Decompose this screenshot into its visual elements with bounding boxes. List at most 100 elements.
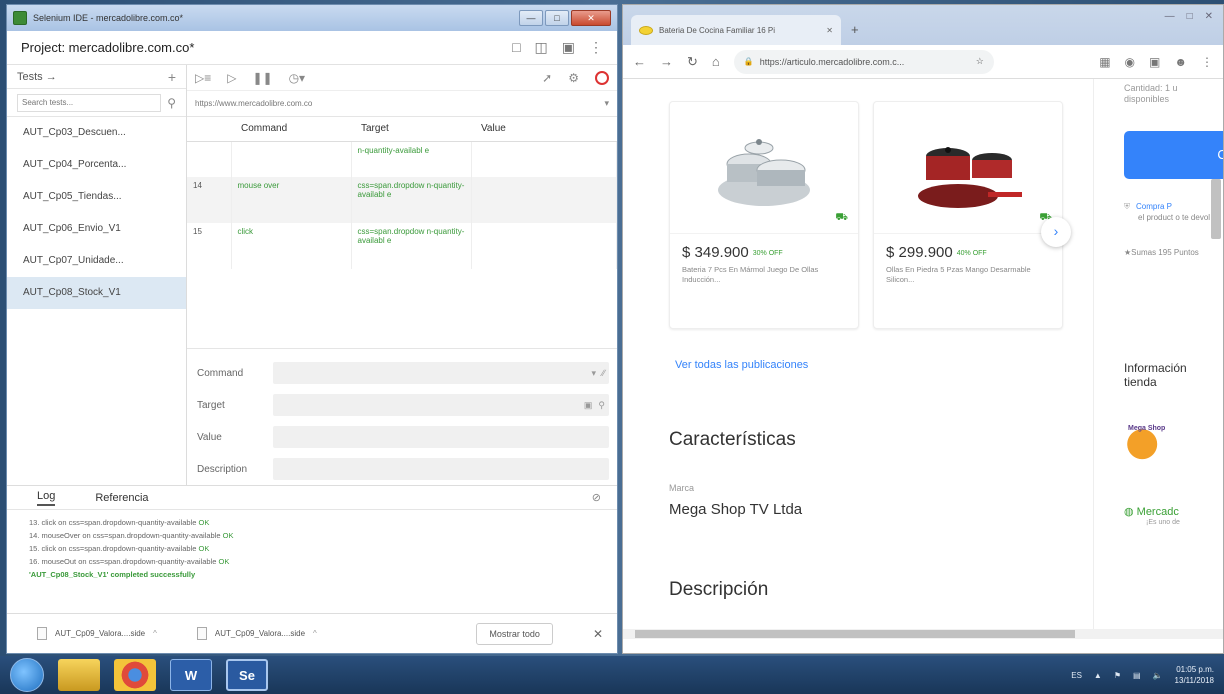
find-target-icon[interactable]: ⚲ bbox=[598, 400, 605, 411]
selenium-ide-window: Selenium IDE - mercadolibre.com.co* — □ … bbox=[6, 4, 618, 654]
chevron-up-icon[interactable]: ^ bbox=[153, 629, 157, 638]
download-item[interactable]: AUT_Cp09_Valora....side ^ bbox=[37, 627, 157, 640]
test-item[interactable]: AUT_Cp05_Tiendas... bbox=[7, 181, 186, 213]
extension-icon[interactable]: ▣ bbox=[1149, 55, 1160, 69]
maximize-button[interactable]: □ bbox=[545, 10, 569, 26]
product-card[interactable]: ⛟ $ 299.900 40% OFF Ollas En Piedra 5 Pza… bbox=[873, 101, 1063, 329]
search-icon: ⚲ bbox=[167, 95, 176, 110]
record-icon[interactable] bbox=[595, 70, 609, 85]
mercadolibre-favicon bbox=[639, 25, 653, 35]
disable-breakpoints-icon[interactable]: ➚ bbox=[542, 71, 552, 85]
description-heading: Descripción bbox=[669, 579, 769, 600]
volume-icon[interactable]: 🔈 bbox=[1153, 671, 1163, 680]
ide-titlebar[interactable]: Selenium IDE - mercadolibre.com.co* — □ … bbox=[7, 5, 617, 31]
system-tray: ES ▲ ⚑ ▤ 🔈 01:05 p.m. 13/11/2018 bbox=[1071, 664, 1214, 686]
word-icon[interactable]: W bbox=[170, 659, 212, 691]
test-editor-panel: ▷≡ ▷ ❚❚ ◷▾ ➚ ⚙ https://www.mercadolibre.… bbox=[187, 65, 617, 485]
home-icon[interactable]: ⌂ bbox=[712, 54, 720, 69]
tab-strip: Bateria De Cocina Familiar 16 Pi ✕ + — □… bbox=[623, 5, 1223, 45]
minimize-button[interactable]: — bbox=[1165, 11, 1175, 22]
command-field[interactable]: ▾ ∕∕ bbox=[273, 362, 609, 384]
description-field[interactable] bbox=[273, 458, 609, 480]
menu-icon[interactable]: ⋮ bbox=[1201, 55, 1213, 69]
test-item[interactable]: AUT_Cp07_Unidade... bbox=[7, 245, 186, 277]
search-tests-input[interactable] bbox=[17, 93, 162, 112]
comment-icon[interactable]: ∕∕ bbox=[602, 368, 605, 378]
close-icon[interactable]: ✕ bbox=[593, 627, 603, 641]
horizontal-scrollbar[interactable] bbox=[623, 629, 1223, 639]
cookware-image bbox=[718, 138, 810, 206]
log-line: 16. mouseOut on css=span.dropdown-quanti… bbox=[29, 557, 230, 566]
command-label: Command bbox=[197, 367, 244, 379]
vertical-scrollbar[interactable] bbox=[1211, 179, 1221, 239]
carousel-next-button[interactable]: › bbox=[1041, 217, 1071, 247]
close-button[interactable]: ✕ bbox=[1205, 11, 1213, 22]
file-icon bbox=[37, 627, 47, 640]
minimize-button[interactable]: — bbox=[519, 10, 543, 26]
maximize-button[interactable]: □ bbox=[1187, 11, 1193, 22]
test-item[interactable]: AUT_Cp06_Envio_V1 bbox=[7, 213, 186, 245]
test-item[interactable]: AUT_Cp03_Descuen... bbox=[7, 117, 186, 149]
log-line: 13. click on css=span.dropdown-quantity-… bbox=[29, 518, 210, 527]
product-image: ⛟ bbox=[874, 102, 1062, 234]
lock-icon: 🔒 bbox=[743, 57, 754, 66]
row-target: css=span.dropdow n-quantity-availabl e bbox=[351, 177, 472, 223]
tray-arrow-icon[interactable]: ▲ bbox=[1094, 671, 1102, 680]
table-row[interactable]: n-quantity-availabl e bbox=[187, 141, 617, 177]
product-card[interactable]: ⛟ $ 349.900 30% OFF Bateria 7 Pcs En Márm… bbox=[669, 101, 859, 329]
chrome-icon[interactable] bbox=[114, 659, 156, 691]
test-item-selected[interactable]: AUT_Cp08_Stock_V1 bbox=[7, 277, 186, 309]
network-icon[interactable]: ▤ bbox=[1133, 671, 1141, 680]
test-item[interactable]: AUT_Cp04_Porcenta... bbox=[7, 149, 186, 181]
save-project-icon[interactable]: ▣ bbox=[562, 39, 575, 56]
target-field[interactable]: ▣ ⚲ bbox=[273, 394, 609, 416]
chevron-down-icon[interactable]: ▾ bbox=[591, 368, 596, 379]
add-test-icon[interactable]: + bbox=[168, 69, 176, 85]
value-label: Value bbox=[197, 431, 222, 443]
star-icon[interactable]: ☆ bbox=[976, 56, 984, 67]
clock[interactable]: 01:05 p.m. 13/11/2018 bbox=[1175, 664, 1214, 686]
address-bar[interactable]: 🔒 https://articulo.mercadolibre.com.c...… bbox=[733, 49, 994, 74]
run-icon[interactable]: ▷ bbox=[227, 71, 236, 85]
extension-icon[interactable]: ◉ bbox=[1125, 55, 1135, 69]
selenium-taskbar-icon[interactable]: Se bbox=[226, 659, 268, 691]
speed-icon[interactable]: ◷▾ bbox=[289, 71, 306, 85]
reload-icon[interactable]: ↻ bbox=[687, 54, 698, 70]
run-all-icon[interactable]: ▷≡ bbox=[195, 71, 211, 85]
browser-tab[interactable]: Bateria De Cocina Familiar 16 Pi ✕ bbox=[631, 15, 841, 45]
flag-icon[interactable]: ⚑ bbox=[1114, 671, 1121, 680]
chevron-up-icon[interactable]: ^ bbox=[313, 629, 317, 638]
quantity-info[interactable]: Cantidad: 1 u disponibles bbox=[1124, 83, 1178, 105]
clear-log-icon[interactable]: ⊘ bbox=[592, 491, 601, 504]
close-tab-icon[interactable]: ✕ bbox=[826, 26, 833, 35]
value-field[interactable] bbox=[273, 426, 609, 448]
extension-icon[interactable]: ▦ bbox=[1099, 55, 1110, 69]
see-all-link[interactable]: Ver todas las publicaciones bbox=[675, 359, 808, 371]
table-row[interactable]: 14 mouse over css=span.dropdow n-quantit… bbox=[187, 177, 617, 223]
download-item[interactable]: AUT_Cp09_Valora....side ^ bbox=[196, 627, 317, 640]
new-tab-icon[interactable]: + bbox=[851, 22, 859, 37]
select-target-icon[interactable]: ▣ bbox=[584, 400, 593, 411]
new-project-icon[interactable]: □ bbox=[512, 39, 520, 56]
store-logo[interactable]: Mega Shop bbox=[1124, 419, 1176, 461]
start-button[interactable] bbox=[10, 658, 44, 692]
close-button[interactable]: ✕ bbox=[571, 10, 611, 26]
buy-button[interactable]: Co bbox=[1124, 131, 1223, 179]
show-all-button[interactable]: Mostrar todo bbox=[476, 622, 553, 645]
ide-window-title: Selenium IDE - mercadolibre.com.co* bbox=[33, 13, 184, 23]
chevron-down-icon[interactable]: ▾ bbox=[604, 98, 609, 109]
pause-icon[interactable]: ❚❚ bbox=[252, 71, 272, 85]
language-icon[interactable]: ES bbox=[1071, 671, 1082, 680]
more-options-icon[interactable]: ⋮ bbox=[589, 39, 603, 56]
tests-dropdown[interactable]: Tests → bbox=[17, 71, 57, 83]
file-explorer-icon[interactable] bbox=[58, 659, 100, 691]
forward-icon[interactable]: → bbox=[660, 54, 673, 69]
tab-log[interactable]: Log bbox=[37, 490, 56, 506]
back-icon[interactable]: ← bbox=[633, 54, 646, 69]
account-icon[interactable]: ☻ bbox=[1174, 55, 1187, 69]
base-url-field[interactable]: https://www.mercadolibre.com.co bbox=[195, 99, 604, 108]
open-project-icon[interactable]: ◫ bbox=[535, 39, 548, 56]
settings-icon[interactable]: ⚙ bbox=[568, 71, 579, 85]
table-row[interactable]: 15 click css=span.dropdow n-quantity-ava… bbox=[187, 223, 617, 269]
tab-reference[interactable]: Referencia bbox=[95, 492, 148, 504]
